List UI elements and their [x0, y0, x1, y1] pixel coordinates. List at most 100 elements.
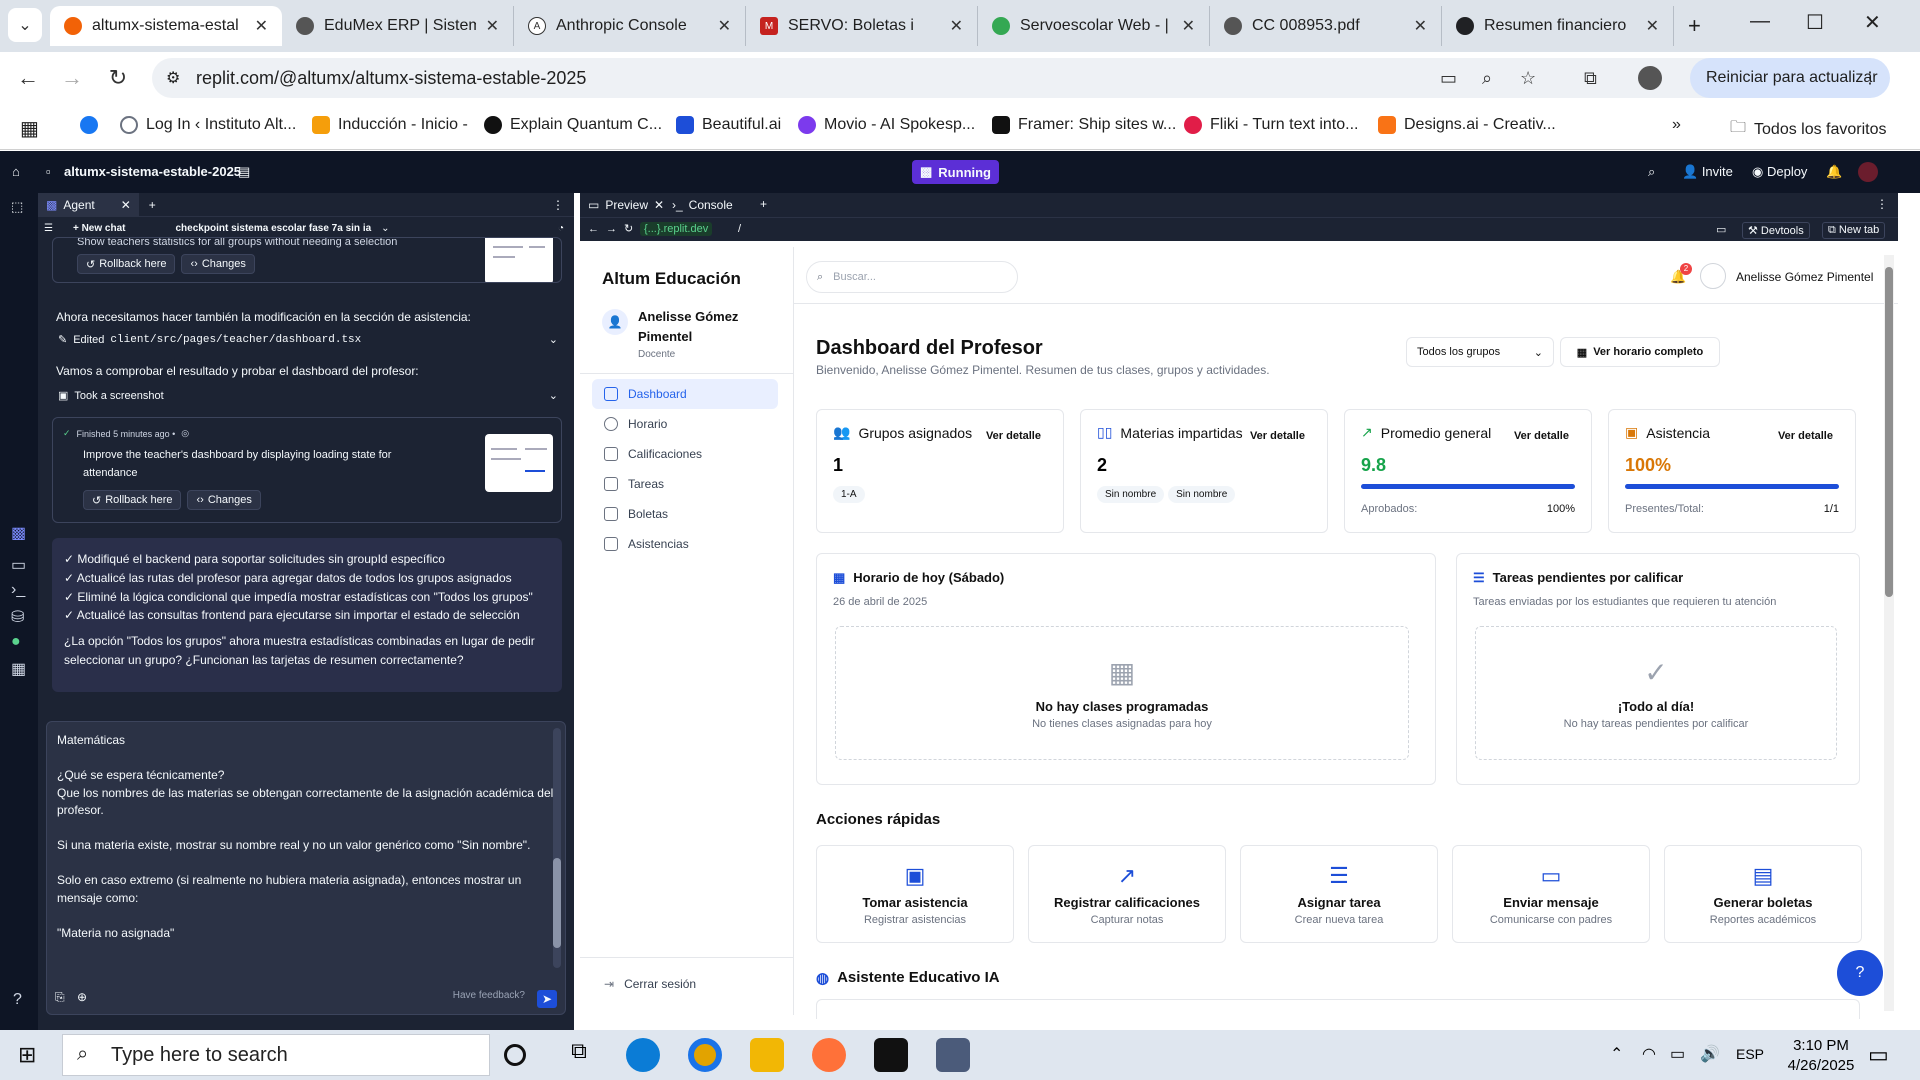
view-detail-link[interactable]: Ver detalle	[1514, 430, 1569, 442]
chevron-down-icon[interactable]: ⌄	[549, 389, 558, 402]
help-fab-icon[interactable]: ?	[1837, 950, 1883, 996]
edited-file-row[interactable]: ✎ Edited client/src/pages/teacher/dashboar…	[58, 333, 558, 347]
app-icon[interactable]	[874, 1038, 908, 1072]
new-tab-button[interactable]: +	[1674, 6, 1714, 46]
install-app-icon[interactable]: ▭	[1440, 68, 1457, 89]
forward-icon[interactable]: →	[58, 64, 86, 92]
new-tab-button[interactable]: ⧉ New tab	[1822, 222, 1886, 239]
view-detail-link[interactable]: Ver detalle	[986, 430, 1041, 442]
send-icon[interactable]: ➤	[537, 990, 557, 1008]
zoom-icon[interactable]: ⌕	[1482, 68, 1492, 89]
group-select[interactable]: Todos los grupos ⌄	[1406, 337, 1554, 367]
quick-action-report-cards[interactable]: ▤ Generar boletas Reportes académicos	[1664, 845, 1862, 943]
more-icon[interactable]: ⋮	[552, 198, 564, 212]
mention-icon[interactable]: ⊕	[77, 989, 87, 1007]
database-icon[interactable]: ⛁	[11, 607, 24, 627]
new-chat-button[interactable]: + New chat	[73, 223, 126, 234]
agent-icon[interactable]: ▩	[11, 523, 26, 543]
quick-action-assign[interactable]: ☰ Asignar tarea Crear nueva tarea	[1240, 845, 1438, 943]
chevron-up-icon[interactable]: ⌃	[1610, 1044, 1623, 1064]
nav-calificaciones[interactable]: Calificaciones	[592, 439, 778, 469]
wifi-icon[interactable]: ◠	[1642, 1044, 1656, 1064]
bookmark-item[interactable]: Log In ‹ Instituto Alt...	[120, 116, 296, 134]
edge-icon[interactable]	[626, 1038, 660, 1072]
windows-start-icon[interactable]: ⊞	[18, 1042, 36, 1068]
view-detail-link[interactable]: Ver detalle	[1778, 430, 1833, 442]
close-icon[interactable]: ✕	[718, 16, 731, 36]
bookmark-item[interactable]: Designs.ai - Creativ...	[1378, 116, 1556, 134]
firefox-icon[interactable]	[812, 1038, 846, 1072]
battery-icon[interactable]: ▭	[1670, 1044, 1685, 1064]
attach-icon[interactable]: ⎘	[55, 989, 65, 1007]
add-tab-icon[interactable]: +	[760, 197, 767, 211]
agent-tab[interactable]: ▩ Agent ✕	[38, 192, 139, 217]
browser-tab[interactable]: Servoescolar Web - | ✕	[978, 6, 1210, 46]
search-input[interactable]: ⌕ Buscar...	[806, 261, 1018, 293]
bell-icon[interactable]: 🔔	[1826, 164, 1842, 180]
language-indicator[interactable]: ESP	[1736, 1046, 1764, 1062]
bookmark-item[interactable]: Framer: Ship sites w...	[992, 116, 1176, 134]
webview-icon[interactable]: ▭	[11, 555, 26, 575]
eye-icon[interactable]: ◎	[181, 428, 189, 439]
screen-size-icon[interactable]: ▭	[1716, 223, 1726, 236]
preview-tab[interactable]: ▭ Preview ✕	[588, 198, 664, 212]
screenshot-thumbnail[interactable]	[485, 434, 553, 492]
chevron-down-icon[interactable]: ⌄	[381, 223, 389, 234]
rollback-button[interactable]: ↺ Rollback here	[77, 254, 176, 274]
close-icon[interactable]: ✕	[121, 198, 131, 212]
view-detail-link[interactable]: Ver detalle	[1250, 430, 1305, 442]
bookmark-item[interactable]: Movio - AI Spokesp...	[798, 116, 975, 134]
view-schedule-button[interactable]: ▦ Ver horario completo	[1560, 337, 1720, 367]
bookmark-item[interactable]: Fliki - Turn text into...	[1184, 116, 1358, 134]
taskbar-search[interactable]: ⌕ Type here to search	[62, 1034, 490, 1076]
browser-tab[interactable]: CC 008953.pdf ✕	[1210, 6, 1442, 46]
nav-boletas[interactable]: Boletas	[592, 499, 778, 529]
chrome-icon[interactable]	[688, 1038, 722, 1072]
header-user-name[interactable]: Anelisse Gómez Pimentel	[1736, 270, 1873, 284]
close-icon[interactable]: ✕	[1182, 16, 1195, 36]
reload-icon[interactable]: ↻	[624, 222, 633, 235]
chat-input[interactable]: Matemáticas ¿Qué se espera técnicamente?…	[46, 721, 566, 1015]
repl-name[interactable]: altumx-sistema-estable-2025	[64, 164, 241, 179]
help-icon[interactable]: ?	[13, 991, 22, 1009]
rollback-button[interactable]: ↺ Rollback here	[83, 490, 182, 510]
maximize-icon[interactable]: ☐	[1806, 10, 1824, 35]
run-status[interactable]: ▩ Running	[912, 160, 1000, 184]
browser-tab[interactable]: Resumen financiero ✕	[1442, 6, 1674, 46]
cortana-icon[interactable]	[504, 1044, 526, 1066]
minimize-icon[interactable]: —	[1750, 10, 1770, 33]
screenshot-thumbnail[interactable]	[485, 238, 553, 282]
user-avatar[interactable]	[1858, 162, 1878, 182]
more-icon[interactable]: ⋮	[1876, 197, 1888, 211]
browser-tab[interactable]: EduMex ERP | Sistem ✕	[282, 6, 514, 46]
close-icon[interactable]: ✕	[654, 198, 664, 212]
console-tab[interactable]: ›_ Console	[672, 198, 733, 212]
home-icon[interactable]: ⌂	[12, 164, 20, 179]
progress-icon[interactable]: ◔	[558, 223, 564, 234]
browser-tab[interactable]: M SERVO: Boletas i ✕	[746, 6, 978, 46]
feedback-link[interactable]: Have feedback?	[453, 987, 525, 1005]
back-icon[interactable]: ←	[588, 223, 599, 235]
search-icon[interactable]: ⌕	[1648, 164, 1655, 180]
profile-avatar[interactable]	[1638, 66, 1662, 90]
more-bookmarks-icon[interactable]: »	[1672, 116, 1681, 134]
page-scrollbar[interactable]	[1884, 255, 1894, 1011]
tab-search-button[interactable]: ⌄	[8, 8, 42, 42]
apps-grid-icon[interactable]: ▦	[20, 116, 39, 141]
changes-button[interactable]: ‹› Changes	[181, 254, 255, 274]
files-icon[interactable]: ⬚	[11, 199, 23, 215]
browser-tab[interactable]: A Anthropic Console ✕	[514, 6, 746, 46]
invite-button[interactable]: 👤 Invite	[1682, 164, 1733, 180]
chevron-down-icon[interactable]: ⌄	[549, 333, 558, 346]
close-icon[interactable]: ✕	[950, 16, 963, 36]
clock[interactable]: 3:10 PM 4/26/2025	[1776, 1036, 1866, 1076]
quick-action-grades[interactable]: ↗ Registrar calificaciones Capturar notas	[1028, 845, 1226, 943]
close-icon[interactable]: ✕	[255, 16, 268, 36]
nav-tareas[interactable]: Tareas	[592, 469, 778, 499]
history-icon[interactable]: ☰	[44, 223, 53, 234]
quick-action-attendance[interactable]: ▣ Tomar asistencia Registrar asistencias	[816, 845, 1014, 943]
window-close-icon[interactable]: ✕	[1864, 10, 1881, 35]
close-icon[interactable]: ✕	[1414, 16, 1427, 36]
site-info-icon[interactable]: ⚙	[166, 68, 180, 88]
tools-icon[interactable]: ▦	[11, 659, 26, 679]
